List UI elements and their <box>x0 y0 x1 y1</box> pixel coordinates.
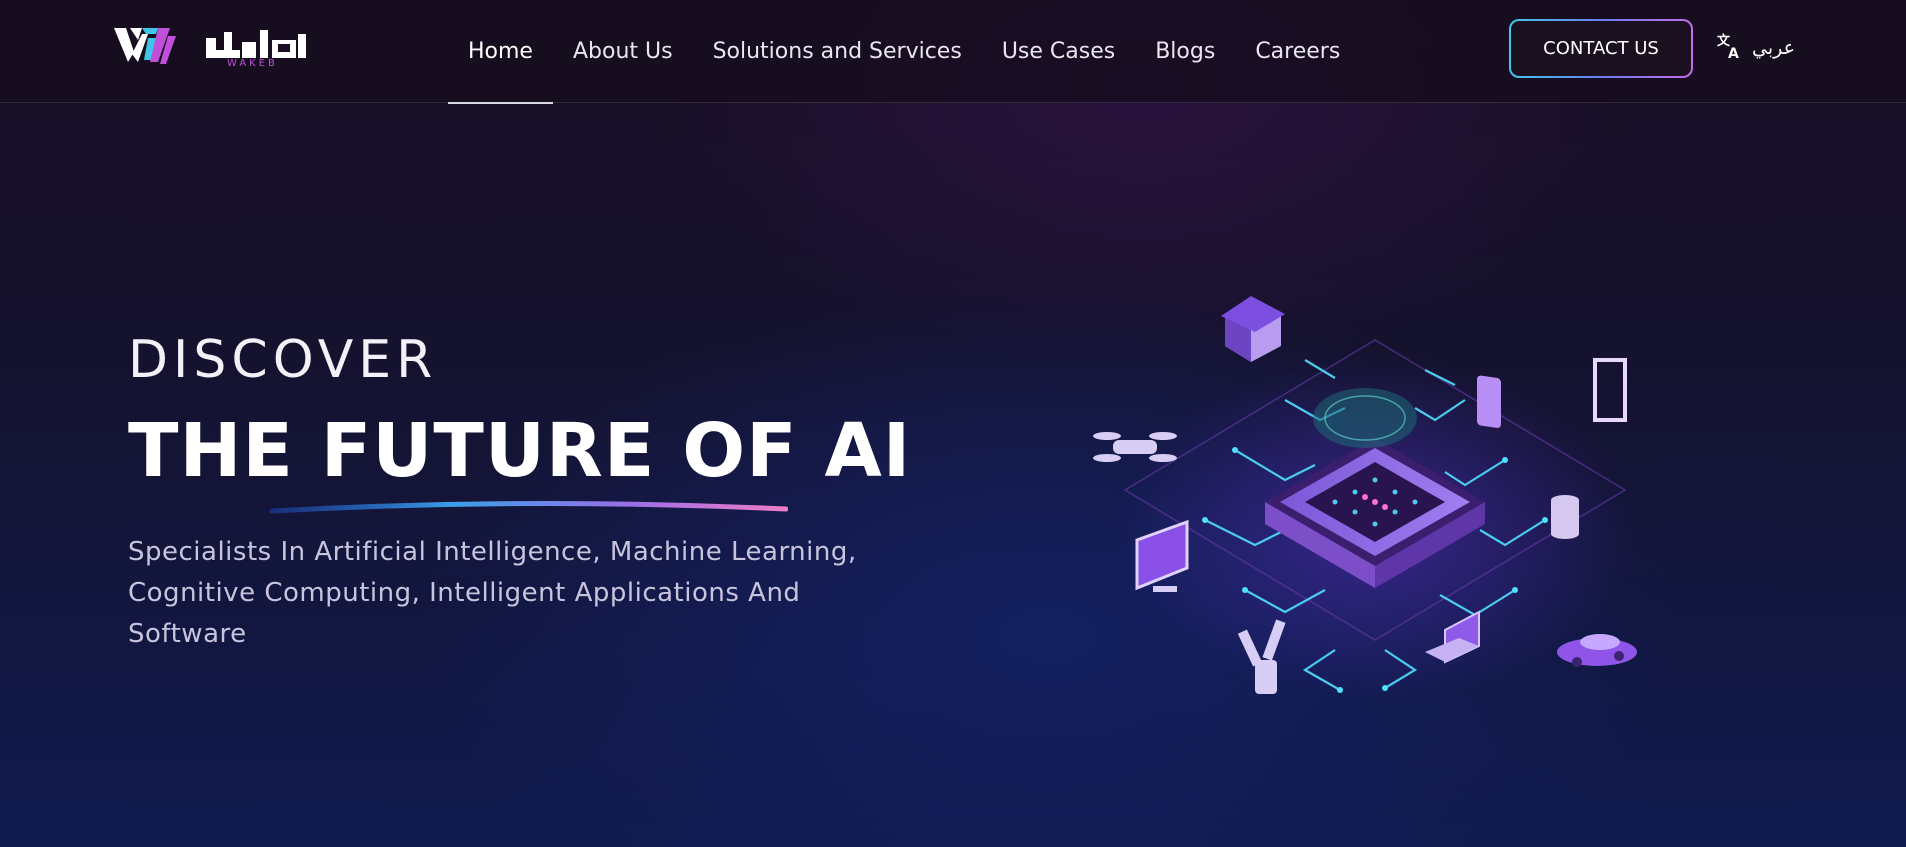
contact-us-button[interactable]: CONTACT US <box>1509 19 1693 78</box>
language-switcher[interactable]: 文 A عربي <box>1716 30 1795 66</box>
hero-subtitle: Specialists In Artificial Intelligence, … <box>128 537 857 649</box>
wakeb-logo[interactable]: WAKEB <box>112 24 308 72</box>
translate-icon: 文 A <box>1716 32 1744 65</box>
nav-item-solutions-and-services[interactable]: Solutions and Services <box>693 0 982 103</box>
nav-item-careers[interactable]: Careers <box>1235 0 1360 103</box>
hero-title: THE FUTURE OF AI <box>128 408 912 494</box>
hero-kicker: DISCOVER <box>128 330 438 390</box>
logo-mark-icon <box>114 28 306 64</box>
site-header: WAKEB Home About Us Solutions and Servic… <box>0 0 1906 104</box>
logo-wordmark: WAKEB <box>227 58 278 69</box>
nav-item-home[interactable]: Home <box>448 0 553 104</box>
nav-item-blogs[interactable]: Blogs <box>1135 0 1235 103</box>
ai-chip-network-illustration <box>1085 290 1645 740</box>
svg-text:A: A <box>1728 46 1739 60</box>
main-nav: Home About Us Solutions and Services Use… <box>448 0 1360 104</box>
nav-item-about-us[interactable]: About Us <box>553 0 693 103</box>
language-label: عربي <box>1752 37 1795 59</box>
hero-section: DISCOVER THE FUTURE OF AI Specialists In… <box>128 330 948 655</box>
nav-item-use-cases[interactable]: Use Cases <box>982 0 1135 103</box>
title-underline-decoration <box>269 500 788 514</box>
